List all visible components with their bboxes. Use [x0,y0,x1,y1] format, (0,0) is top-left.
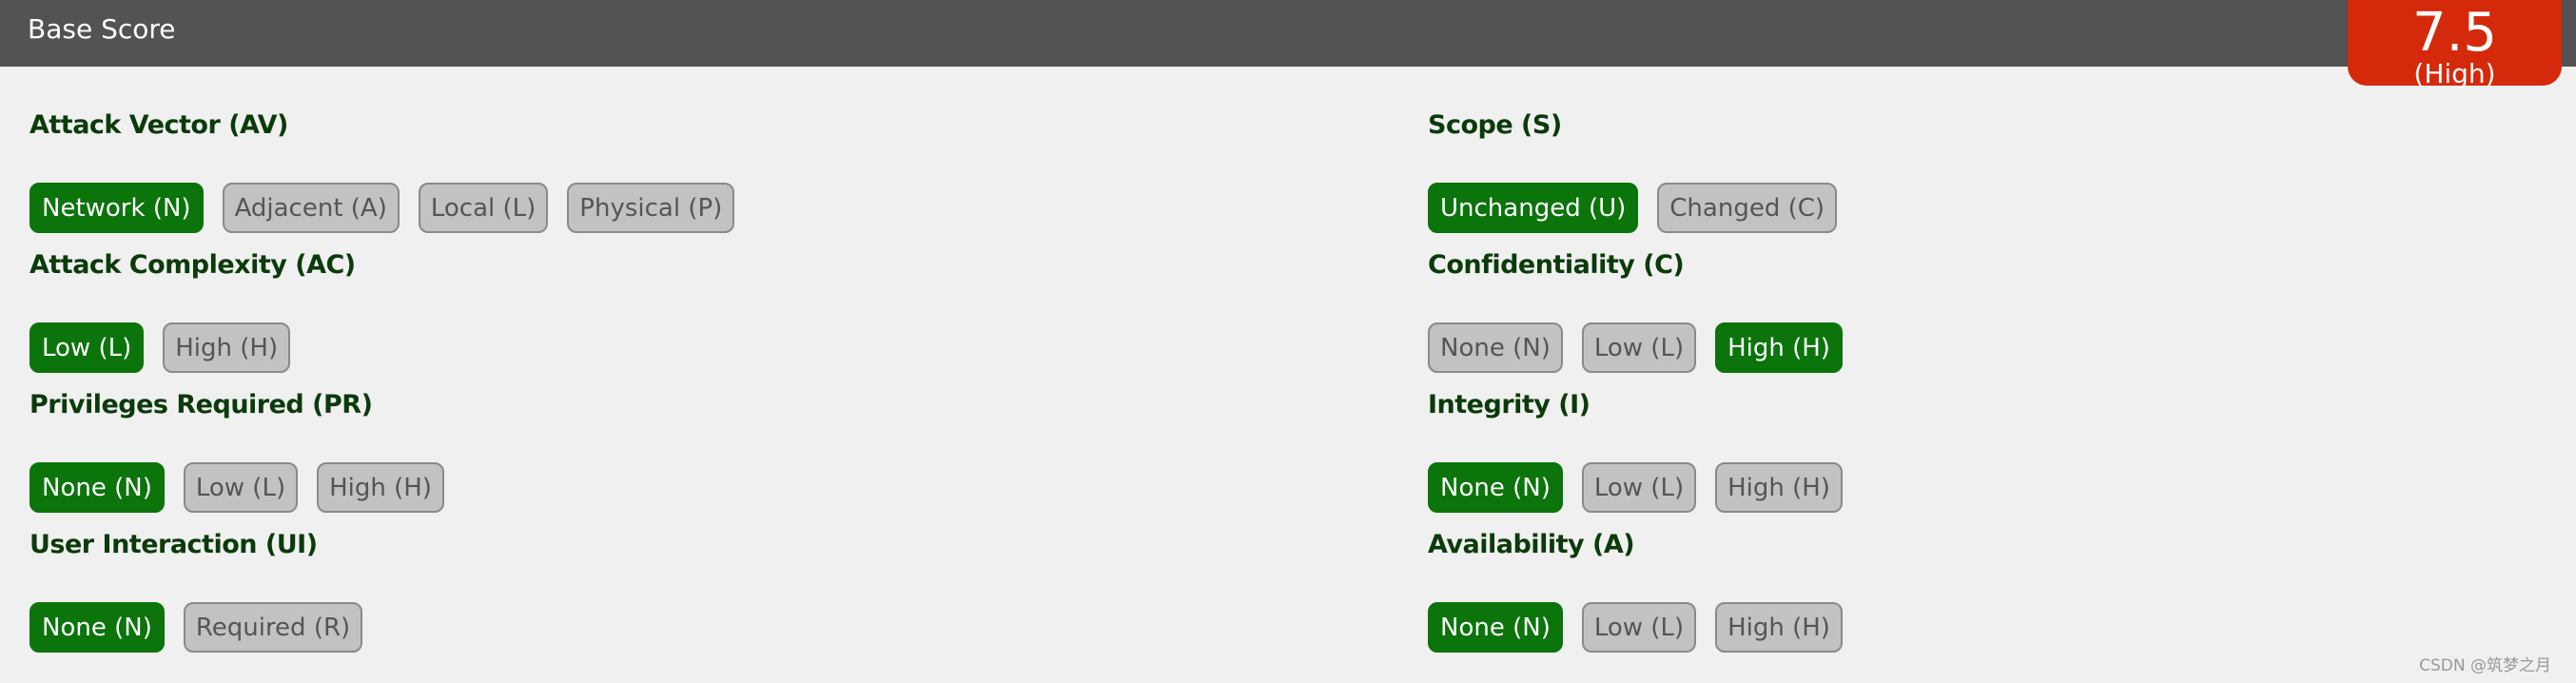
option-button-none[interactable]: None (N) [1428,602,1563,653]
score-severity: (High) [2413,58,2496,89]
option-button-none[interactable]: None (N) [1428,322,1563,373]
watermark: CSDN @筑梦之月 [2419,656,2551,675]
page-title: Base Score [28,13,176,45]
option-button-network[interactable]: Network (N) [29,183,204,233]
option-button-changed[interactable]: Changed (C) [1657,183,1838,233]
option-button-required[interactable]: Required (R) [183,602,363,653]
option-button-adjacent[interactable]: Adjacent (A) [222,183,400,233]
option-button-physical[interactable]: Physical (P) [567,183,735,233]
option-group: None (N) Low (L) High (H) [29,462,444,513]
option-group: None (N) Low (L) High (H) [1428,602,1843,653]
header-bar: Base Score [0,0,2576,67]
metric-privileges-required: Privileges Required (PR) None (N) Low (L) H… [29,390,444,513]
metric-attack-vector: Attack Vector (AV) Network (N) Adjacent (A… [29,110,735,233]
option-group: None (N) Low (L) High (H) [1428,462,1843,513]
option-button-low[interactable]: Low (L) [1581,322,1697,373]
option-button-high[interactable]: High (H) [1715,322,1843,373]
option-button-high[interactable]: High (H) [1715,462,1843,513]
option-group: Unchanged (U) Changed (C) [1428,183,1838,233]
metric-label: User Interaction (UI) [29,530,318,559]
metric-confidentiality: Confidentiality (C) None (N) Low (L) High (… [1428,250,1843,373]
option-button-high[interactable]: High (H) [317,462,444,513]
option-button-low[interactable]: Low (L) [1581,602,1697,653]
score-value: 7.5 [2411,2,2498,64]
metric-label: Attack Vector (AV) [29,110,288,140]
metric-availability: Availability (A) None (N) Low (L) High (H) [1428,530,1843,653]
metric-label: Attack Complexity (AC) [29,250,356,280]
metric-label: Integrity (I) [1428,390,1590,420]
metric-user-interaction: User Interaction (UI) None (N) Required (R… [29,530,363,653]
metric-label: Availability (A) [1428,530,1635,559]
option-group: Low (L) High (H) [29,322,356,373]
option-button-low[interactable]: Low (L) [1581,462,1697,513]
metric-scope: Scope (S) Unchanged (U) Changed (C) [1428,110,1838,233]
option-button-low[interactable]: Low (L) [183,462,299,513]
option-group: None (N) Low (L) High (H) [1428,322,1843,373]
metric-label: Privileges Required (PR) [29,390,373,420]
option-group: None (N) Required (R) [29,602,363,653]
metric-label: Scope (S) [1428,110,1562,140]
option-button-none[interactable]: None (N) [29,462,165,513]
option-button-high[interactable]: High (H) [1715,602,1843,653]
metric-integrity: Integrity (I) None (N) Low (L) High (H) [1428,390,1843,513]
option-button-none[interactable]: None (N) [29,602,165,653]
option-button-high[interactable]: High (H) [163,322,291,373]
metric-attack-complexity: Attack Complexity (AC) Low (L) High (H) [29,250,356,373]
option-button-local[interactable]: Local (L) [418,183,549,233]
metric-label: Confidentiality (C) [1428,250,1685,280]
option-button-none[interactable]: None (N) [1428,462,1563,513]
option-button-low[interactable]: Low (L) [29,322,145,373]
option-group: Network (N) Adjacent (A) Local (L) Physical… [29,183,735,233]
score-badge: 7.5 (High) [2348,0,2562,89]
option-button-unchanged[interactable]: Unchanged (U) [1428,183,1639,233]
